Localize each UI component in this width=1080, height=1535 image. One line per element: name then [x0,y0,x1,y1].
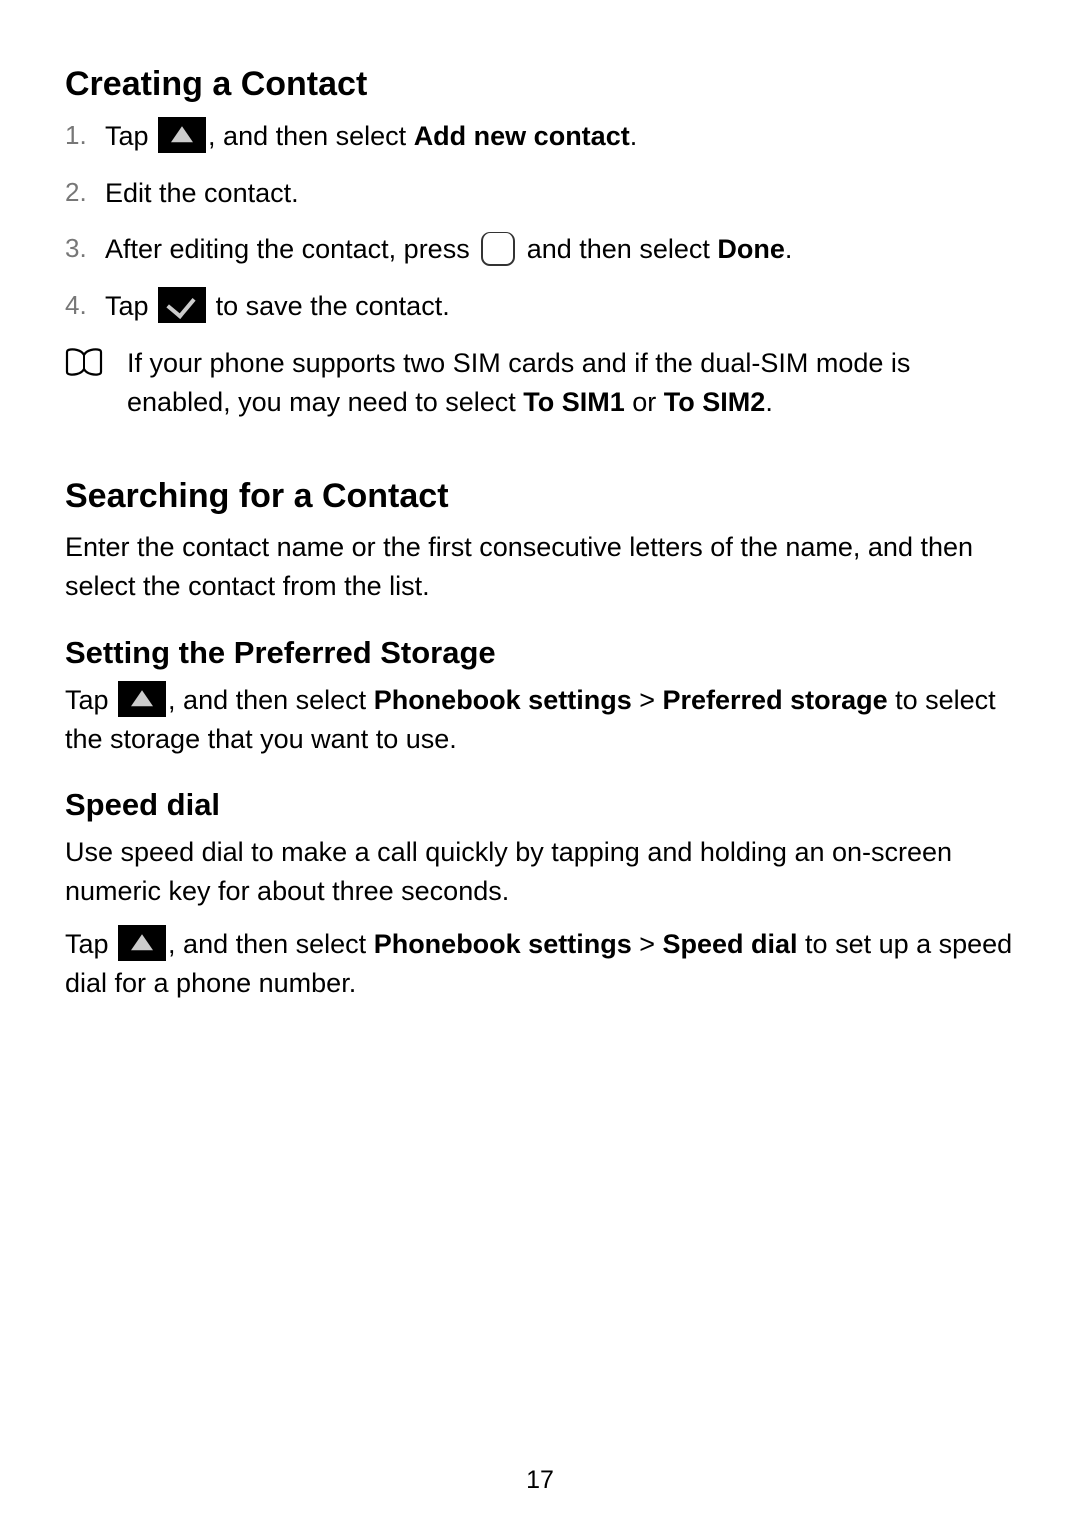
step-1-pre: Tap [105,121,156,151]
step-2: Edit the contact. [65,173,1015,214]
note-pre: If your phone supports two SIM cards and… [127,348,910,417]
speed-gt: > [632,929,663,959]
storage-mid: , and then select [168,685,374,715]
storage-body: Tap , and then select Phonebook settings… [65,681,1015,759]
note-post: . [765,387,773,417]
step-1-bold: Add new contact [414,121,630,151]
note-text: If your phone supports two SIM cards and… [127,344,1015,422]
step-3-mid: and then select [527,234,718,264]
step-4-pre: Tap [105,291,156,321]
note-bold1: To SIM1 [523,387,625,417]
book-icon [65,348,103,378]
note-mid: or [625,387,664,417]
step-4: Tap to save the contact. [65,286,1015,327]
menu-triangle-icon [158,117,206,153]
heading-searching-contact: Searching for a Contact [65,477,1015,516]
step-1-mid: , and then select [208,121,414,151]
note-block: If your phone supports two SIM cards and… [65,344,1015,422]
speed-pre: Tap [65,929,116,959]
step-3-pre: After editing the contact, press [105,234,477,264]
check-icon [158,287,206,323]
creating-steps-list: Tap , and then select Add new contact. E… [65,116,1015,326]
searching-body: Enter the contact name or the first cons… [65,528,1015,606]
step-1-post: . [630,121,638,151]
step-3: After editing the contact, press and the… [65,229,1015,270]
speed-intro: Use speed dial to make a call quickly by… [65,833,1015,911]
step-3-post: . [785,234,793,264]
step-1: Tap , and then select Add new contact. [65,116,1015,157]
heading-preferred-storage: Setting the Preferred Storage [65,635,1015,671]
menu-triangle-icon [118,925,166,961]
step-4-post: to save the contact. [216,291,450,321]
step-3-bold: Done [717,234,785,264]
storage-bold2: Preferred storage [663,685,888,715]
heading-creating-contact: Creating a Contact [65,65,1015,104]
speed-body: Tap , and then select Phonebook settings… [65,925,1015,1003]
storage-bold1: Phonebook settings [374,685,632,715]
menu-triangle-icon [118,681,166,717]
speed-mid: , and then select [168,929,374,959]
manual-page: Creating a Contact Tap , and then select… [0,0,1080,1003]
page-number: 17 [0,1466,1080,1495]
note-bold2: To SIM2 [664,387,766,417]
speed-bold1: Phonebook settings [374,929,632,959]
speed-bold2: Speed dial [663,929,798,959]
step-2-text: Edit the contact. [105,178,299,208]
storage-gt: > [632,685,663,715]
storage-pre: Tap [65,685,116,715]
softkey-icon [481,232,515,266]
heading-speed-dial: Speed dial [65,787,1015,823]
